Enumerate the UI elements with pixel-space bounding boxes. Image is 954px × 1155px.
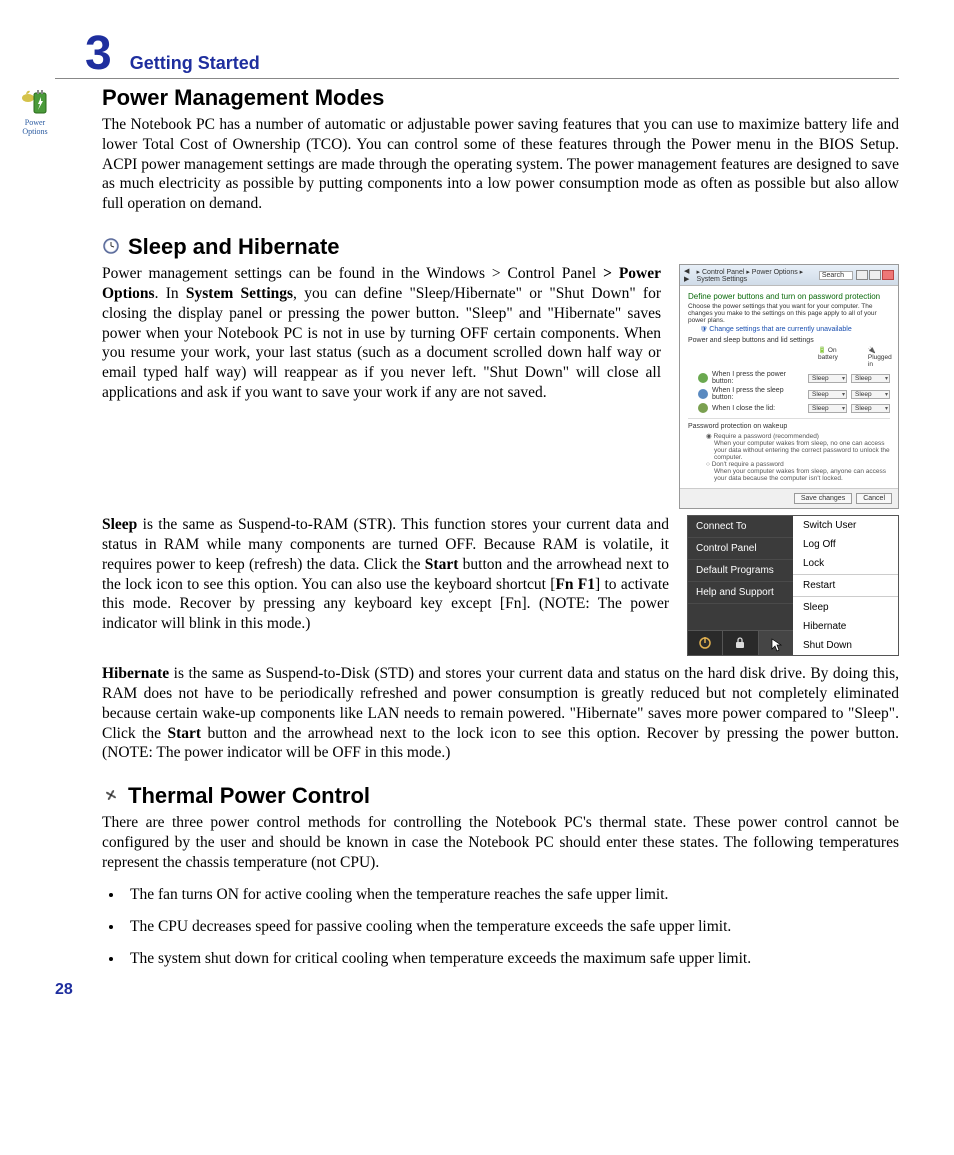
arrow-icon: ▸	[759, 631, 793, 655]
section-heading-thermal: Thermal Power Control	[128, 783, 370, 809]
thermal-paragraph: There are three power control methods fo…	[102, 813, 899, 872]
screenshot-power-options: ◀ ▶ ▸ Control Panel ▸ Power Options ▸ Sy…	[679, 264, 899, 509]
sleep-hibernate-intro: Power management settings can be found i…	[102, 264, 661, 403]
power-options-icon: Power Options	[15, 88, 55, 136]
power-management-paragraph: The Notebook PC has a number of automati…	[102, 115, 899, 214]
section-heading-sleep-hibernate: Sleep and Hibernate	[128, 234, 340, 260]
power-icon	[688, 631, 723, 655]
thermal-bullets: The fan turns ON for active cooling when…	[102, 885, 899, 969]
chapter-title: Getting Started	[130, 53, 260, 74]
hibernate-paragraph: Hibernate is the same as Suspend-to-Disk…	[102, 664, 899, 763]
screenshot-start-menu: Connect To Control Panel Default Program…	[687, 515, 899, 656]
fan-icon	[102, 786, 120, 804]
sleep-paragraph: Sleep is the same as Suspend-to-RAM (STR…	[102, 515, 669, 634]
lock-icon	[723, 631, 758, 655]
chapter-number: 3	[85, 30, 112, 78]
section-heading-power-management: Power Management Modes	[102, 85, 899, 111]
chapter-header: 3 Getting Started	[55, 30, 899, 79]
clock-icon	[102, 237, 120, 255]
page-number: 28	[55, 981, 899, 999]
